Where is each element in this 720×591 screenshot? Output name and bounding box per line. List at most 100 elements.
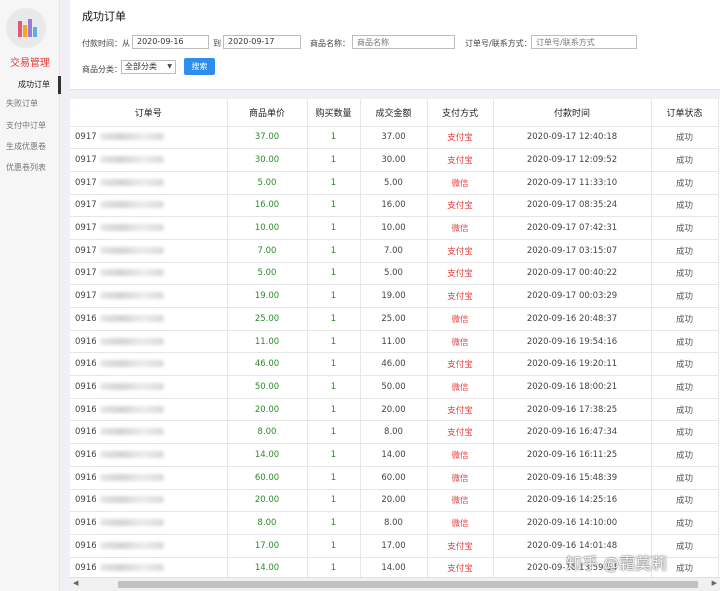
order-no-prefix: 0917 — [75, 200, 97, 211]
amount-cell: 20.00 — [360, 398, 428, 422]
redacted-order-no — [99, 496, 164, 504]
order-no-cell: 0917 — [70, 216, 228, 240]
pay-time-cell: 2020-09-17 11:33:10 — [493, 171, 652, 195]
quantity-cell: 1 — [307, 489, 361, 513]
scroll-left-icon[interactable]: ◀ — [73, 579, 78, 587]
status-cell: 成功 — [651, 398, 719, 422]
amount-cell: 60.00 — [360, 466, 428, 490]
unit-price-cell: 17.00 — [227, 534, 308, 558]
pay-time-cell: 2020-09-17 00:40:22 — [493, 262, 652, 286]
pay-method-cell: 支付宝 — [427, 284, 494, 308]
order-no-prefix: 0916 — [75, 381, 97, 392]
category-select[interactable]: 全部分类 ▼ — [121, 60, 176, 74]
order-no-cell: 0917 — [70, 148, 228, 172]
redacted-order-no — [99, 292, 164, 300]
amount-cell: 7.00 — [360, 239, 428, 263]
category-label: 商品分类： — [82, 65, 122, 74]
header-unit-price: 商品单价 — [227, 99, 308, 127]
table-row: 0916 8.00 1 8.00 微信 2020-09-16 14:10:00 成功 — [70, 511, 719, 535]
scrollbar-thumb[interactable] — [118, 581, 698, 588]
pay-time-cell: 2020-09-17 12:40:18 — [493, 126, 652, 150]
pay-method-cell: 微信 — [427, 511, 494, 535]
order-no-prefix: 0917 — [75, 223, 97, 234]
order-no-prefix: 0916 — [75, 449, 97, 460]
table-row: 0916 46.00 1 46.00 支付宝 2020-09-16 19:20:11 成功 — [70, 352, 719, 377]
pay-time-cell: 2020-09-16 16:47:34 — [493, 420, 652, 445]
order-no-cell: 0916 — [70, 420, 228, 445]
unit-price-cell: 30.00 — [227, 148, 308, 172]
unit-price-cell: 60.00 — [227, 466, 308, 490]
quantity-cell: 1 — [307, 194, 361, 218]
pay-method-cell: 微信 — [427, 330, 494, 354]
order-no-cell: 0917 — [70, 194, 228, 218]
date-from-input[interactable]: 2020-09-16 — [132, 35, 209, 49]
sidebar-item-coupon-list[interactable]: 优惠卷列表 — [0, 159, 60, 177]
table-row: 0917 19.00 1 19.00 支付宝 2020-09-17 00:03:29 成功 — [70, 284, 719, 308]
amount-cell: 14.00 — [360, 557, 428, 577]
unit-price-cell: 46.00 — [227, 352, 308, 377]
pay-method-cell: 支付宝 — [427, 352, 494, 377]
pay-method-cell: 支付宝 — [427, 262, 494, 286]
header-pay-time: 付款时间 — [493, 99, 652, 127]
pay-method-cell: 支付宝 — [427, 557, 494, 577]
order-no-prefix: 0917 — [75, 155, 97, 166]
unit-price-cell: 25.00 — [227, 307, 308, 331]
redacted-order-no — [99, 337, 164, 345]
quantity-cell: 1 — [307, 534, 361, 558]
quantity-cell: 1 — [307, 420, 361, 445]
order-no-prefix: 0916 — [75, 427, 97, 438]
pay-time-cell: 2020-09-16 17:38:25 — [493, 398, 652, 422]
pay-time-cell: 2020-09-16 18:00:21 — [493, 375, 652, 399]
redacted-order-no — [99, 156, 164, 164]
order-no-prefix: 0917 — [75, 245, 97, 256]
order-no-cell: 0916 — [70, 489, 228, 513]
product-name-input[interactable] — [352, 35, 455, 49]
order-no-cell: 0917 — [70, 239, 228, 263]
order-no-cell: 0917 — [70, 284, 228, 308]
status-cell: 成功 — [651, 262, 719, 286]
unit-price-cell: 5.00 — [227, 171, 308, 195]
pay-method-cell: 支付宝 — [427, 148, 494, 172]
status-cell: 成功 — [651, 239, 719, 263]
header-pay-method: 支付方式 — [427, 99, 494, 127]
sidebar-item-paying-orders[interactable]: 支付中订单 — [0, 117, 60, 135]
redacted-order-no — [99, 178, 164, 186]
search-button[interactable]: 搜索 — [184, 58, 215, 75]
sidebar-item-generate-coupon[interactable]: 生成优惠卷 — [0, 138, 60, 156]
quantity-cell: 1 — [307, 443, 361, 467]
quantity-cell: 1 — [307, 375, 361, 399]
order-no-cell: 0916 — [70, 466, 228, 490]
redacted-order-no — [99, 314, 164, 322]
scroll-right-icon[interactable]: ▶ — [712, 579, 717, 587]
table-row: 0917 10.00 1 10.00 微信 2020-09-17 07:42:31 成功 — [70, 216, 719, 240]
orders-table-container: 订单号 商品单价 购买数量 成交金额 支付方式 付款时间 订单状态 0917 37… — [70, 99, 720, 577]
sidebar-item-success-orders[interactable]: 成功订单 — [0, 76, 61, 94]
order-contact-input[interactable] — [531, 35, 637, 49]
order-no-prefix: 0916 — [75, 518, 97, 529]
pay-method-cell: 支付宝 — [427, 534, 494, 558]
order-no-prefix: 0916 — [75, 563, 97, 574]
order-no-prefix: 0917 — [75, 291, 97, 302]
pay-time-cell: 2020-09-16 15:48:39 — [493, 466, 652, 490]
order-no-cell: 0916 — [70, 398, 228, 422]
order-contact-label: 订单号/联系方式： — [465, 39, 532, 48]
order-no-cell: 0917 — [70, 126, 228, 150]
pay-time-cell: 2020-09-17 08:35:24 — [493, 194, 652, 218]
amount-cell: 16.00 — [360, 194, 428, 218]
sidebar-title[interactable]: 交易管理 — [0, 54, 60, 69]
sidebar-item-failed-orders[interactable]: 失败订单 — [0, 95, 60, 113]
table-row: 0917 7.00 1 7.00 支付宝 2020-09-17 03:15:07 成功 — [70, 239, 719, 263]
horizontal-scrollbar[interactable]: ◀ ▶ — [70, 577, 720, 591]
unit-price-cell: 20.00 — [227, 489, 308, 513]
pay-time-cell: 2020-09-16 16:11:25 — [493, 443, 652, 467]
date-to-input[interactable]: 2020-09-17 — [223, 35, 301, 49]
pay-time-cell: 2020-09-17 03:15:07 — [493, 239, 652, 263]
pay-time-cell: 2020-09-16 19:20:11 — [493, 352, 652, 377]
amount-cell: 50.00 — [360, 375, 428, 399]
table-row: 0916 50.00 1 50.00 微信 2020-09-16 18:00:21 成功 — [70, 375, 719, 399]
filter-panel: 成功订单 付款时间：从 2020-09-16 到 2020-09-17 商品名称… — [70, 0, 720, 90]
table-row: 0916 8.00 1 8.00 支付宝 2020-09-16 16:47:34 成功 — [70, 420, 719, 445]
quantity-cell: 1 — [307, 239, 361, 263]
status-cell: 成功 — [651, 352, 719, 377]
header-amount: 成交金额 — [360, 99, 428, 127]
